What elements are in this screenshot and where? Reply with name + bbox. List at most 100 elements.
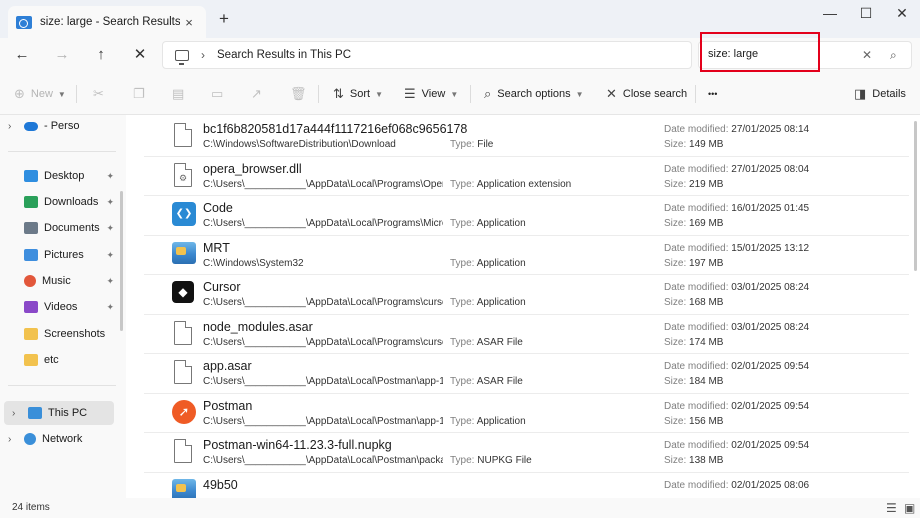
close-search-button[interactable]: ✕ Close search (606, 83, 687, 105)
sidebar-item[interactable]: Music ✦ (0, 269, 118, 293)
sidebar-item[interactable]: › - Perso (0, 114, 118, 138)
paste-button[interactable]: ▤ (172, 83, 190, 105)
date-modified-label: Date modified: (664, 400, 729, 412)
pin-icon[interactable]: ✦ (106, 276, 114, 287)
clear-search-icon[interactable]: ✕ (862, 48, 872, 62)
file-path: C:\Windows\SoftwareDistribution\Download (203, 139, 396, 150)
date-modified-value: 02/01/2025 09:54 (731, 361, 810, 372)
expand-chevron-icon[interactable]: › (8, 434, 18, 445)
sidebar-item[interactable]: Downloads ✦ (0, 190, 118, 214)
file-row[interactable]: MRT C:\Windows\System32 Type: Application D… (144, 236, 909, 275)
new-tab-button[interactable]: + (214, 9, 234, 29)
file-row[interactable]: ❮❯ Code C:\Users\___________\AppData\Local… (144, 196, 909, 236)
size-label: Size: (664, 297, 687, 308)
type-label: Type: (450, 376, 475, 387)
date-modified-label: Date modified: (664, 479, 729, 491)
size-value: 156 MB (689, 415, 724, 427)
tab-close-button[interactable]: × (180, 15, 198, 30)
sort-icon: ⇅ (333, 86, 344, 101)
date-modified-label: Date modified: (664, 163, 729, 175)
pin-icon[interactable]: ✦ (106, 250, 114, 261)
file-row[interactable]: 49b50 Date modified: 02/01/2025 08:06 (144, 473, 909, 498)
date-modified-value: 03/01/2025 08:24 (731, 282, 810, 293)
address-bar[interactable]: › Search Results in This PC (162, 41, 692, 69)
date-modified: Date modified: 27/01/2025 08:14 (664, 124, 809, 135)
file-size: Size: 197 MB (664, 258, 723, 269)
share-button[interactable]: ↗ (251, 83, 268, 105)
sidebar-item-label: Downloads (44, 196, 99, 208)
sidebar-item[interactable]: Documents ✦ (0, 216, 118, 240)
maximize-button[interactable]: ☐ (848, 2, 884, 24)
back-button[interactable]: ← (9, 42, 35, 68)
sidebar-item[interactable]: etc (0, 348, 118, 372)
search-input[interactable] (708, 48, 858, 60)
pin-icon[interactable]: ✦ (106, 197, 114, 208)
desktop-icon (24, 170, 38, 182)
search-icon[interactable]: ⌕ (890, 48, 897, 63)
copy-button[interactable]: ❐ (133, 83, 151, 105)
navigation-pane-scrollbar[interactable] (120, 191, 123, 331)
details-pane-button[interactable]: ◨ Details (854, 83, 906, 105)
file-row[interactable]: bc1f6b820581d17a444f1117216ef068c9656178… (144, 117, 909, 157)
new-button[interactable]: ⊕ New ▼ (14, 83, 66, 105)
file-row[interactable]: app.asar C:\Users\___________\AppData\Loc… (144, 354, 909, 394)
tab-search-results[interactable]: size: large - Search Results in T × (8, 6, 206, 38)
file-row[interactable]: node_modules.asar C:\Users\___________\Ap… (144, 315, 909, 354)
file-path: C:\Windows\System32 (203, 257, 304, 269)
rename-icon: ▭ (211, 86, 224, 101)
document-icon (172, 320, 194, 347)
sidebar-item[interactable]: › This PC (4, 401, 114, 425)
file-list-scrollbar[interactable] (914, 121, 917, 271)
search-options-button[interactable]: ⌕ Search options ▼ (484, 83, 584, 105)
sort-button[interactable]: ⇅ Sort ▼ (333, 83, 383, 105)
sidebar-item[interactable]: › Network (0, 427, 118, 451)
file-row[interactable]: Postman-win64-11.23.3-full.nupkg C:\Users… (144, 433, 909, 473)
file-row[interactable]: ⚙ opera_browser.dll C:\Users\___________\A… (144, 157, 909, 196)
sidebar-item[interactable]: Videos ✦ (0, 295, 118, 319)
file-path: C:\Users\___________\AppData\Local\Progr… (203, 297, 443, 308)
file-size: Size: 168 MB (664, 297, 723, 308)
file-name: 49b50 (203, 477, 238, 492)
file-path: C:\Users\___________\AppData\Local\Progr… (203, 218, 443, 229)
plus-circle-icon: ⊕ (14, 86, 25, 101)
up-button[interactable]: ↑ (88, 42, 114, 68)
installer-icon (172, 478, 196, 498)
chevron-down-icon: ▼ (375, 89, 384, 99)
music-icon (24, 275, 36, 287)
rename-button[interactable]: ▭ (211, 83, 229, 105)
tiles-view-icon[interactable]: ▣ (904, 501, 915, 515)
details-view-icon[interactable]: ☰ (886, 501, 897, 515)
close-window-button[interactable]: ✕ (884, 2, 920, 24)
breadcrumb-separator: › (201, 48, 205, 62)
search-box[interactable]: ✕ ⌕ (698, 41, 912, 69)
stop-button[interactable]: ✕ (127, 42, 153, 68)
type-label: Type: (450, 139, 475, 150)
date-modified: Date modified: 15/01/2025 13:12 (664, 243, 809, 254)
pictures-icon (24, 249, 38, 261)
forward-button[interactable]: → (49, 42, 75, 68)
type-value: ASAR File (476, 376, 523, 387)
delete-button[interactable]: 🗑 (290, 83, 313, 105)
cut-button[interactable]: ✂ (93, 83, 110, 105)
file-name: Code (203, 201, 233, 215)
sidebar-item-label: Desktop (44, 170, 85, 182)
pin-icon[interactable]: ✦ (106, 302, 114, 313)
sidebar-item[interactable]: Desktop ✦ (0, 164, 118, 188)
separator (470, 85, 471, 103)
file-row[interactable]: ➚ Postman C:\Users\___________\AppData\Loc… (144, 394, 909, 433)
expand-chevron-icon[interactable]: › (8, 121, 18, 132)
minimize-button[interactable]: — (812, 2, 848, 24)
breadcrumb-location[interactable]: Search Results in This PC (217, 49, 351, 61)
separator (318, 85, 319, 103)
sidebar-item[interactable]: Pictures ✦ (0, 243, 118, 267)
more-options-button[interactable]: ••• (708, 83, 717, 105)
pin-icon[interactable]: ✦ (106, 223, 114, 234)
expand-chevron-icon[interactable]: › (12, 408, 22, 419)
file-row[interactable]: ◆ Cursor C:\Users\___________\AppData\Loca… (144, 275, 909, 315)
sidebar-item[interactable]: Screenshots (0, 322, 118, 346)
cloud-icon (24, 121, 38, 131)
view-button[interactable]: ☰ View ▼ (404, 83, 458, 105)
date-modified-value: 27/01/2025 08:04 (731, 163, 810, 175)
type-value: Application (476, 257, 526, 269)
pin-icon[interactable]: ✦ (106, 171, 114, 182)
